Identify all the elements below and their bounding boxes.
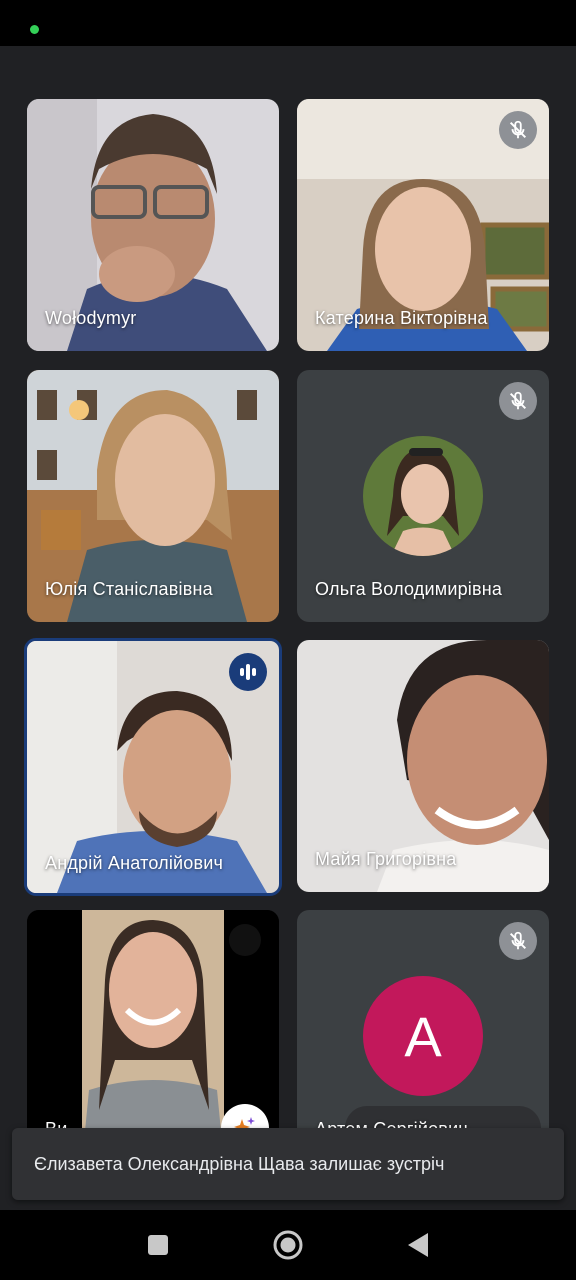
participant-tile[interactable]: Ольга Володимирівна [297, 370, 549, 622]
participant-tile[interactable]: Юлія Станіславівна [27, 370, 279, 622]
participant-name: Юлія Станіславівна [45, 579, 213, 599]
home-circle-icon [273, 1230, 303, 1260]
mic-muted-icon [499, 922, 537, 960]
participant-name: Ольга Володимирівна [315, 579, 503, 599]
status-bar [0, 0, 576, 46]
system-nav-bar [0, 1210, 576, 1280]
self-view-menu-icon[interactable] [229, 924, 261, 956]
notification-toast: Єлизавета Олександрівна Щава залишає зус… [12, 1128, 564, 1200]
participant-tile[interactable]: Катерина Вікторівна [297, 99, 549, 351]
speaking-indicator-icon [229, 653, 267, 691]
participant-name: Катерина Вікторівна [315, 308, 488, 328]
participant-name: Майя Григорівна [315, 849, 457, 869]
avatar [363, 436, 483, 556]
recents-button[interactable] [118, 1210, 198, 1280]
camera-in-use-dot [30, 25, 39, 34]
avatar: A [363, 976, 483, 1096]
participant-tile[interactable]: A Артем Сергійович [297, 910, 549, 1162]
participant-name: Андрій Анатолійович [45, 853, 224, 873]
home-button[interactable] [248, 1210, 328, 1280]
participant-tile[interactable]: Майя Григорівна [297, 640, 549, 892]
mic-muted-icon [499, 111, 537, 149]
back-button[interactable] [378, 1210, 458, 1280]
mic-muted-icon [499, 382, 537, 420]
square-icon [148, 1235, 168, 1255]
participant-tile[interactable]: Wołodymyr [27, 99, 279, 351]
participant-grid: Wołodymyr Катерина Вікторівна Юлія Стані… [0, 46, 576, 1210]
self-view-tile[interactable]: Ви [27, 910, 279, 1162]
participant-name: Wołodymyr [45, 308, 137, 328]
back-triangle-icon [408, 1233, 428, 1257]
participant-tile-active-speaker[interactable]: Андрій Анатолійович [24, 638, 282, 896]
